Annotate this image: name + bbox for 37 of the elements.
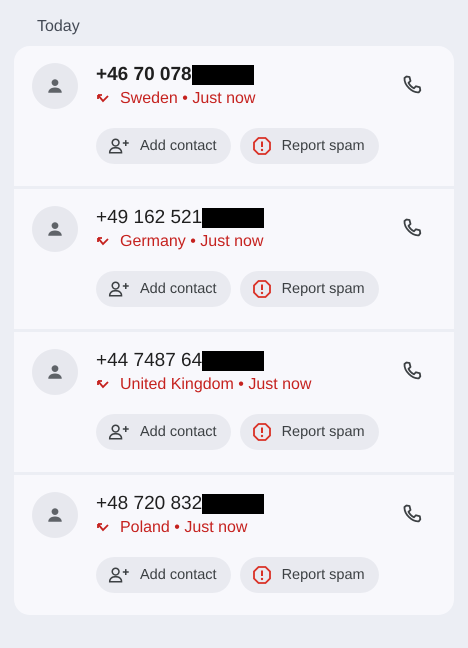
add-contact-button[interactable]: Add contact xyxy=(96,271,231,307)
redaction-bar xyxy=(202,351,264,371)
redaction-bar xyxy=(202,494,264,514)
report-spam-button[interactable]: Report spam xyxy=(240,557,379,593)
person-icon xyxy=(46,506,64,524)
call-detail: Germany • Just now xyxy=(120,233,264,251)
warning-icon xyxy=(252,136,272,156)
add-person-icon xyxy=(108,566,130,584)
person-icon xyxy=(46,77,64,95)
redaction-bar xyxy=(192,65,254,85)
call-card[interactable]: +44 7487 64 United Kingdom • Just now Add contact Report spam xyxy=(14,332,454,472)
section-header: Today xyxy=(37,18,80,36)
call-detail: United Kingdom • Just now xyxy=(120,376,312,394)
phone-number: +49 162 521 xyxy=(96,207,202,229)
add-contact-button[interactable]: Add contact xyxy=(96,128,231,164)
call-card[interactable]: +49 162 521 Germany • Just now Add contact Report spam xyxy=(14,189,454,329)
report-spam-button[interactable]: Report spam xyxy=(240,414,379,450)
add-contact-button[interactable]: Add contact xyxy=(96,414,231,450)
call-detail: Poland • Just now xyxy=(120,519,248,537)
warning-icon xyxy=(252,422,272,442)
redaction-bar xyxy=(202,208,264,228)
add-person-icon xyxy=(108,137,130,155)
person-icon xyxy=(46,220,64,238)
add-person-icon xyxy=(108,423,130,441)
phone-number: +46 70 078 xyxy=(96,64,192,86)
call-detail: Sweden • Just now xyxy=(120,90,256,108)
warning-icon xyxy=(252,279,272,299)
person-icon xyxy=(46,363,64,381)
call-card[interactable]: +46 70 078 Sweden • Just now Add contact Report spam xyxy=(14,46,454,186)
report-spam-button[interactable]: Report spam xyxy=(240,128,379,164)
phone-number: +48 720 832 xyxy=(96,493,202,515)
add-contact-button[interactable]: Add contact xyxy=(96,557,231,593)
call-card[interactable]: +48 720 832 Poland • Just now Add contact Report spam xyxy=(14,475,454,615)
add-person-icon xyxy=(108,280,130,298)
warning-icon xyxy=(252,565,272,585)
phone-number: +44 7487 64 xyxy=(96,350,202,372)
report-spam-button[interactable]: Report spam xyxy=(240,271,379,307)
